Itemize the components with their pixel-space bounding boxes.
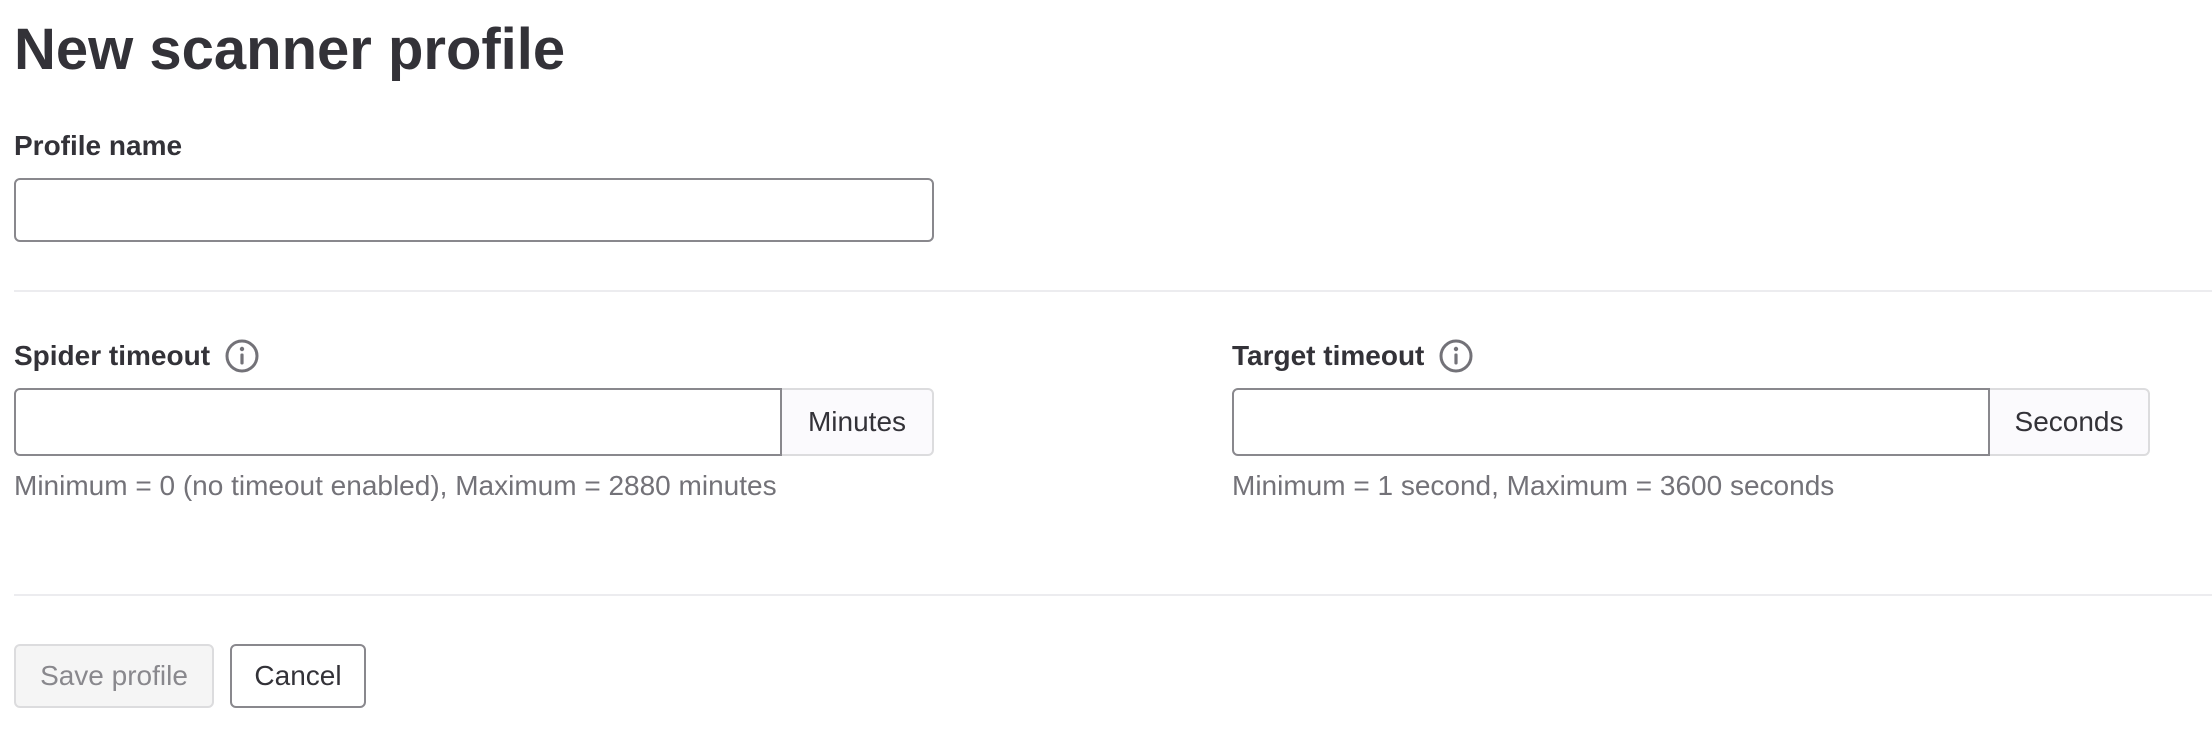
save-profile-button[interactable]: Save profile [14, 644, 214, 708]
profile-name-label: Profile name [14, 128, 182, 164]
target-timeout-label-text: Target timeout [1232, 340, 1425, 371]
target-timeout-input[interactable] [1232, 388, 1990, 456]
target-timeout-group: Seconds [1232, 388, 2150, 456]
cancel-button[interactable]: Cancel [230, 644, 366, 708]
spider-timeout-input[interactable] [14, 388, 782, 456]
target-timeout-unit: Seconds [1990, 388, 2150, 456]
spider-timeout-unit: Minutes [782, 388, 934, 456]
profile-name-label-text: Profile name [14, 130, 183, 161]
section-divider-top [14, 290, 2212, 292]
target-timeout-help: Minimum = 1 second, Maximum = 3600 secon… [1232, 470, 1835, 501]
section-divider-bottom [14, 594, 2212, 596]
page-title: New scanner profile [14, 17, 566, 82]
target-timeout-label: Target timeout [1232, 338, 1474, 374]
target-timeout-info-icon[interactable] [1438, 338, 1474, 374]
spider-timeout-help: Minimum = 0 (no timeout enabled), Maximu… [14, 470, 777, 501]
spider-timeout-info-icon[interactable] [224, 338, 260, 374]
spider-timeout-group: Minutes [14, 388, 934, 456]
spider-timeout-label: Spider timeout [14, 338, 260, 374]
profile-name-input[interactable] [14, 178, 934, 242]
spider-timeout-label-text: Spider timeout [14, 340, 211, 371]
